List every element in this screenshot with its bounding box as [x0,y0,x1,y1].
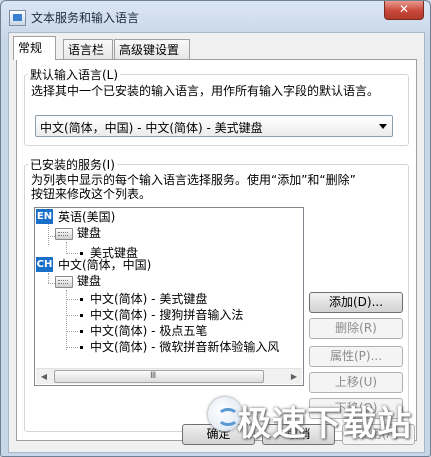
tree-connector [66,299,78,300]
tab-language-bar[interactable]: 语言栏 [63,39,113,59]
bullet-icon [80,252,83,255]
title-bar[interactable]: 文本服务和输入语言 ✕ [1,1,430,33]
remove-button[interactable]: 删除(R) [309,318,403,339]
tree-connector [48,223,49,245]
bullet-icon [80,314,83,317]
installed-services-description-line2: 按钮来修改这个列表。 [31,187,152,201]
tree-node-label: 中文(简体) - 极点五笔 [90,324,208,338]
scroll-left-icon[interactable]: ◀ [36,369,52,384]
default-language-description: 选择其中一个已安装的输入语言，用作所有输入字段的默认语言。 [31,84,380,98]
bullet-icon [80,346,83,349]
tab-general[interactable]: 常规 [13,36,56,60]
properties-button[interactable]: 属性(P)... [309,346,403,367]
bullet-icon [80,330,83,333]
tree-node-label: 中文(简体) - 美式键盘 [90,292,208,306]
move-up-button[interactable]: 上移(U) [309,372,403,393]
scroll-right-icon[interactable]: ▶ [286,369,302,384]
tree-connector [66,253,78,254]
add-button[interactable]: 添加(D)... [309,292,403,313]
keyboard-app-icon [9,10,26,26]
installed-services-tree[interactable]: EN 英语(美国) 键盘 美式键盘 CH 中文(简体，中国) 键盘 中文(简体)… [34,207,304,386]
scrollbar-thumb[interactable]: Ⅲ [54,370,264,383]
scrollbar-grip-icon: Ⅲ [150,371,157,381]
close-button[interactable]: ✕ [384,1,424,20]
tree-horizontal-scrollbar[interactable]: ◀ Ⅲ ▶ [36,368,302,384]
tree-connector [66,315,78,316]
tree-connector [66,331,78,332]
window-title: 文本服务和输入语言 [31,11,140,25]
language-ch-icon: CH [36,257,53,272]
keyboard-icon [55,276,73,288]
dialog-window: 文本服务和输入语言 ✕ 常规 语言栏 高级键设置 默认输入语言(L) 选择其中一… [0,0,431,457]
default-language-group-title: 默认输入语言(L) [28,66,121,83]
default-language-dropdown[interactable]: 中文(简体，中国) - 中文(简体) - 美式键盘 [35,115,393,137]
tab-advanced-key-settings[interactable]: 高级键设置 [114,39,190,59]
bullet-icon [80,298,83,301]
watermark-text: 极速下载站 [237,404,412,444]
tree-connector [48,273,49,283]
default-language-selected: 中文(简体，中国) - 中文(简体) - 美式键盘 [40,121,263,135]
keyboard-icon [55,228,73,240]
tree-connector [66,347,78,348]
tree-node-label: 键盘 [77,274,102,288]
chevron-down-icon [379,124,387,129]
tree-node-label: 英语(美国) [58,210,116,224]
tree-node-label: 中文(简体，中国) [58,258,152,272]
dialog-client-area: 常规 语言栏 高级键设置 默认输入语言(L) 选择其中一个已安装的输入语言，用作… [8,32,425,453]
installed-services-description-line1: 为列表中显示的每个输入语言选择服务。使用“添加”和“删除” [31,173,356,187]
tree-node-label: 中文(简体) - 微软拼音新体验输入风 [90,340,280,354]
language-en-icon: EN [36,209,53,224]
installed-services-group-title: 已安装的服务(I) [28,156,117,173]
tree-node-label: 中文(简体) - 搜狗拼音输入法 [90,308,244,322]
tab-panel-general: 默认输入语言(L) 选择其中一个已安装的输入语言，用作所有输入字段的默认语言。 … [16,59,417,441]
tree-node-label: 键盘 [77,226,102,240]
